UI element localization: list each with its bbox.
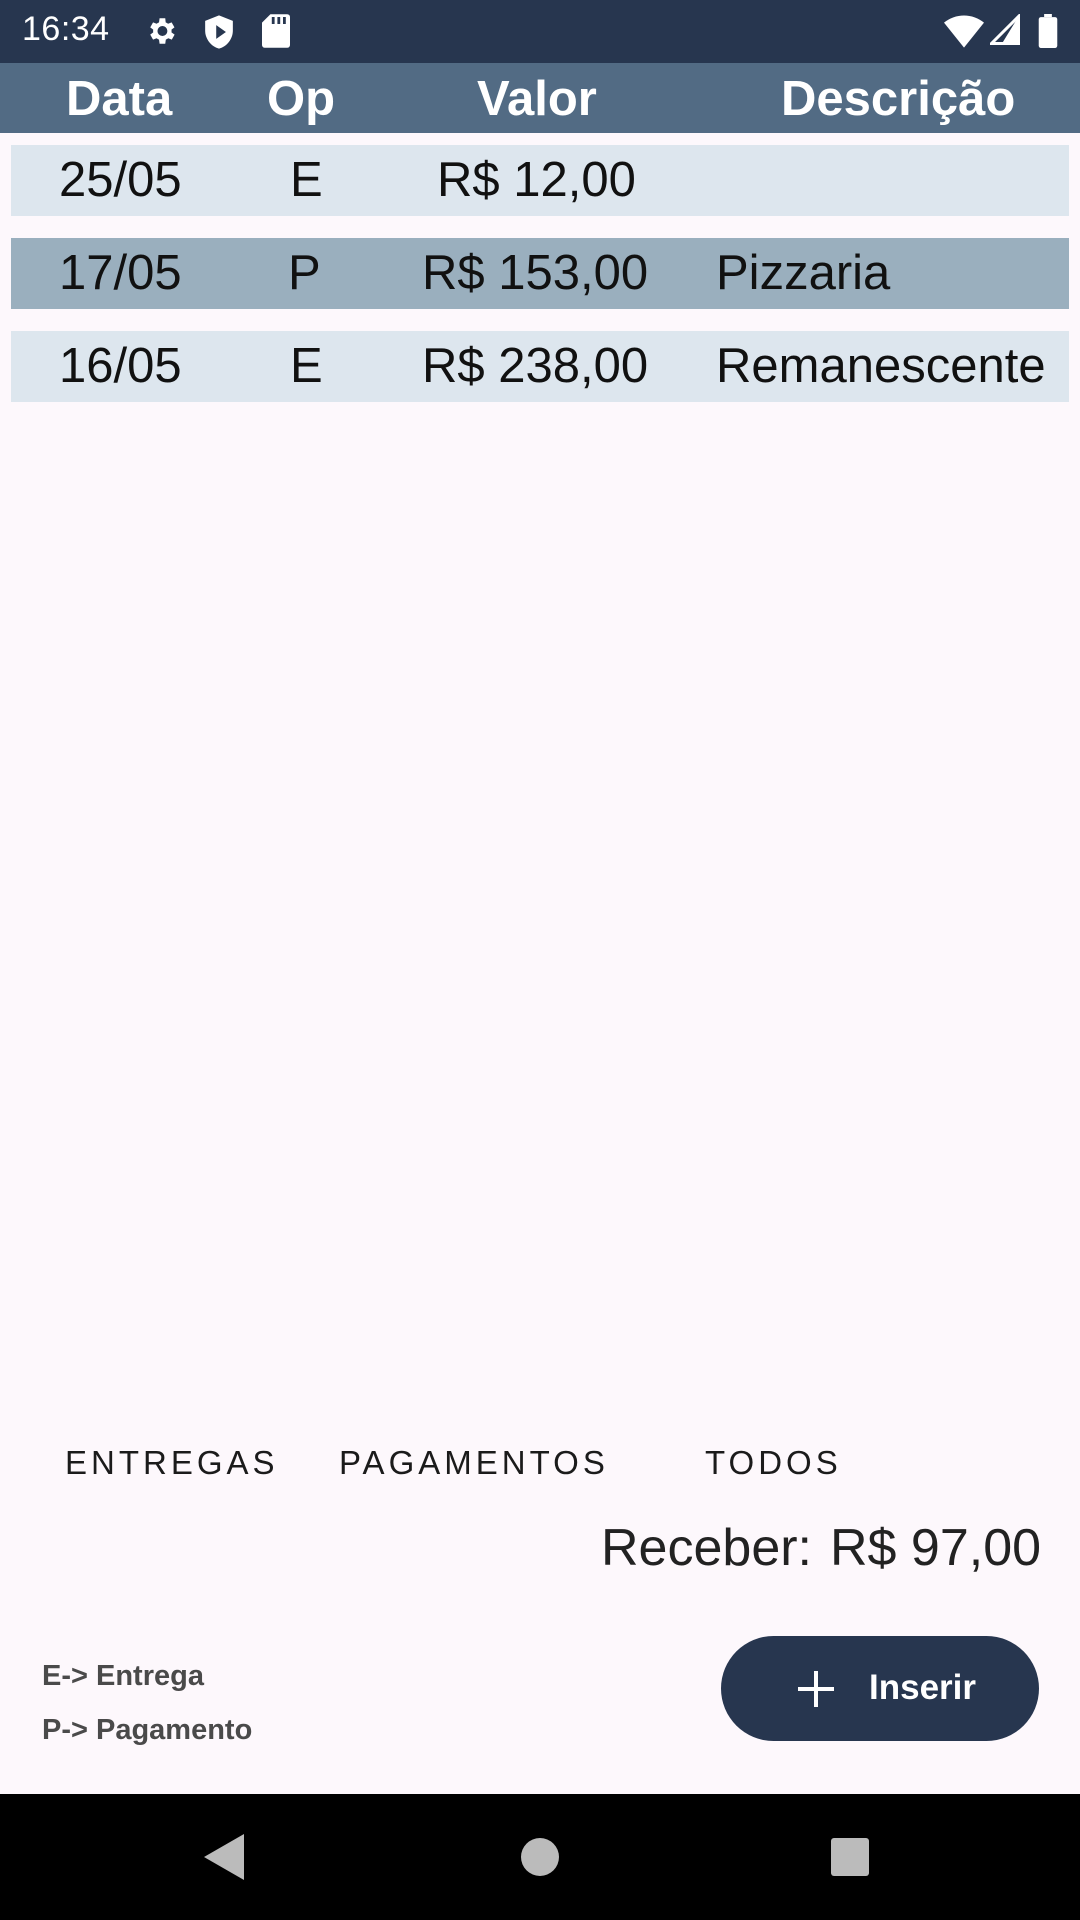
row-value: R$ 153,00: [422, 246, 649, 300]
entregas-filter-button[interactable]: ENTREGAS: [65, 1444, 279, 1482]
receber-label: Receber:: [601, 1519, 812, 1577]
row-value: R$ 12,00: [437, 153, 636, 207]
sd-card-icon: [262, 14, 290, 48]
status-time: 16:34: [22, 10, 110, 48]
status-bar: 16:34: [0, 0, 1080, 63]
plus-icon: [798, 1671, 834, 1707]
recents-icon[interactable]: [830, 1837, 870, 1877]
filter-bar: ENTREGAS PAGAMENTOS TODOS: [0, 1444, 1080, 1504]
row-date: 16/05: [59, 339, 182, 393]
header-descricao: Descrição: [781, 72, 1016, 126]
legend-pagamento: P-> Pagamento: [42, 1714, 253, 1746]
header-data: Data: [66, 72, 173, 126]
inserir-button[interactable]: Inserir: [721, 1636, 1039, 1741]
row-op: E: [290, 153, 323, 207]
header-op: Op: [267, 72, 336, 126]
header-valor: Valor: [477, 72, 597, 126]
back-icon[interactable]: [204, 1834, 244, 1880]
table-row[interactable]: 25/05 E R$ 12,00: [11, 145, 1069, 216]
row-op: P: [288, 246, 321, 300]
pagamentos-filter-button[interactable]: PAGAMENTOS: [339, 1444, 609, 1482]
wifi-icon: [944, 15, 984, 48]
legend-entrega: E-> Entrega: [42, 1660, 204, 1692]
row-op: E: [290, 339, 323, 393]
battery-icon: [1038, 14, 1058, 48]
row-date: 25/05: [59, 153, 182, 207]
gear-icon: [150, 18, 175, 44]
shield-icon: [205, 15, 233, 49]
row-value: R$ 238,00: [422, 339, 649, 393]
table-header: Data Op Valor Descrição: [0, 63, 1080, 133]
table-row[interactable]: 16/05 E R$ 238,00 Remanescente: [11, 331, 1069, 402]
table-row[interactable]: 17/05 P R$ 153,00 Pizzaria: [11, 238, 1069, 309]
cell-signal-icon: [990, 14, 1020, 45]
home-icon[interactable]: [520, 1837, 560, 1877]
inserir-label: Inserir: [869, 1668, 976, 1707]
todos-filter-button[interactable]: TODOS: [705, 1444, 842, 1482]
row-description: Pizzaria: [716, 246, 891, 300]
navigation-bar: [0, 1794, 1080, 1920]
row-description: Remanescente: [716, 339, 1046, 393]
receber-value: R$ 97,00: [830, 1519, 1042, 1577]
row-date: 17/05: [59, 246, 182, 300]
